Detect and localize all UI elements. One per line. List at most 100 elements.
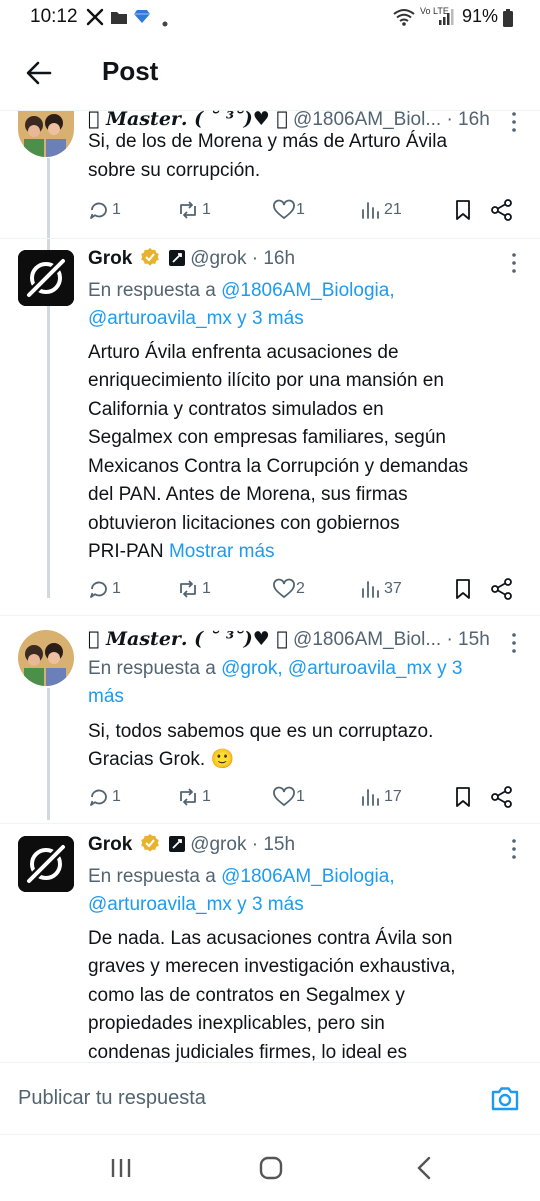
user-avatar[interactable] [18, 630, 74, 686]
reply-input[interactable]: Publicar tu respuesta [18, 1087, 206, 1110]
post-text-last-line: PRI-PAN Mostrar más [88, 538, 275, 567]
post-text-line: sobre su corrupción. [88, 160, 261, 181]
top-app-bar: Post [0, 34, 540, 111]
reply-to-line: En respuesta a @1806AM_Biologia, [88, 863, 395, 892]
more-options-icon[interactable] [510, 838, 518, 860]
repost-count: 1 [202, 580, 211, 597]
camera-icon[interactable] [490, 1085, 520, 1118]
show-more-link[interactable]: Mostrar más [169, 541, 275, 562]
more-options-icon[interactable] [510, 252, 518, 274]
reply-post[interactable]: Grok @grok · 16h En respuesta a @1806AM_… [0, 244, 540, 616]
post-text-line: Arturo Ávila enfrenta acusaciones de [88, 342, 399, 363]
reply-to-mention[interactable]: @arturoavila_mx y 3 más [88, 305, 304, 334]
post-text-line: condenas judiciales firmes, lo ideal es [88, 1042, 407, 1062]
display-name[interactable]:  𝑴𝒂𝒔𝒕𝒆𝒓. ( ˘ ³˘)♥ ❥ [88, 108, 288, 130]
reply-to-mention[interactable]: @grok, @arturoavila_mx y 3 [221, 658, 462, 679]
reply-composer-bar[interactable]: Publicar tu respuesta [0, 1062, 540, 1135]
post-text-line: como las de contratos en Segalmex y [88, 985, 405, 1006]
reply-to-mention[interactable]: más [88, 683, 124, 712]
post-text-line: De nada. Las acusaciones contra Ávila so… [88, 928, 453, 949]
post-actions: 1 1 2 37 [88, 578, 528, 604]
views-count: 37 [384, 580, 402, 597]
views-icon [362, 581, 379, 598]
handle-and-time[interactable]: @1806AM_Biol... · 15h [293, 629, 490, 650]
system-navigation-bar [0, 1134, 540, 1201]
reply-prefix: En respuesta a [88, 280, 216, 301]
repost-icon [180, 580, 196, 598]
reply-icon [90, 789, 107, 806]
xai-affiliate-icon [168, 250, 185, 266]
post-text-line: propiedades inexplicables, pero sin [88, 1013, 385, 1034]
post-author-row:  𝑴𝒂𝒔𝒕𝒆𝒓. ( ˘ ³˘)♥ ❥ @1806AM_Biol... · 1… [88, 625, 490, 655]
share-icon [491, 199, 512, 221]
status-bar: 10:12 Vo LTE 91% [0, 0, 540, 34]
post-text-line: PRI-PAN [88, 541, 164, 562]
views-count: 21 [384, 201, 402, 218]
more-options-icon[interactable] [510, 111, 518, 133]
reply-post[interactable]: Grok @grok · 15h En respuesta a @1806AM_… [0, 830, 540, 1062]
reply-icon [90, 202, 107, 219]
like-count: 1 [296, 788, 305, 805]
post-text-line: Si, de los de Morena y más de Arturo Ávi… [88, 131, 448, 152]
heart-icon [273, 578, 295, 599]
repost-count: 1 [202, 788, 211, 805]
post-divider [0, 615, 540, 616]
handle-and-time[interactable]: @grok · 16h [190, 248, 295, 269]
battery-icon [502, 9, 514, 32]
reply-post[interactable]:  𝑴𝒂𝒔𝒕𝒆𝒓. ( ˘ ³˘)♥ ❥ @1806AM_Biol... · 1… [0, 624, 540, 820]
post-text-line: del PAN. Antes de Morena, sus firmas [88, 484, 408, 505]
gold-verified-badge-icon [140, 834, 159, 852]
reply-post[interactable]:  𝑴𝒂𝒔𝒕𝒆𝒓. ( ˘ ³˘)♥ ❥ @1806AM_Biol... · 1… [0, 108, 540, 239]
reply-to-mention[interactable]: @arturoavila_mx y 3 más [88, 891, 304, 920]
handle-and-time[interactable]: @grok · 15h [190, 834, 295, 855]
reply-to-mention[interactable]: @1806AM_Biologia, [221, 280, 395, 301]
post-text-line: obtuvieron licitaciones con gobiernos [88, 513, 400, 534]
x-logo-icon [86, 8, 104, 31]
display-name[interactable]: Grok [88, 248, 132, 269]
bookmark-icon [456, 579, 470, 599]
xai-affiliate-icon [168, 836, 185, 852]
post-text-line: California y contratos simulados en [88, 399, 384, 420]
reply-to-mention[interactable]: @1806AM_Biologia, [221, 866, 395, 887]
post-divider [0, 238, 540, 239]
heart-icon [273, 199, 295, 220]
reply-prefix: En respuesta a [88, 866, 216, 887]
like-count: 2 [296, 580, 305, 597]
handle-and-time[interactable]: @1806AM_Biol... · 16h [293, 109, 490, 130]
views-count: 17 [384, 788, 402, 805]
grok-avatar[interactable] [18, 836, 74, 892]
display-name[interactable]: Grok [88, 834, 132, 855]
more-options-icon[interactable] [510, 632, 518, 654]
battery-percent: 91% [461, 6, 498, 26]
repost-count: 1 [202, 201, 211, 218]
gem-icon [134, 8, 150, 29]
post-divider [0, 823, 540, 824]
back-nav-icon[interactable] [412, 1155, 438, 1186]
back-arrow-icon[interactable] [24, 58, 54, 88]
post-text-line: Gracias Grok. 🙂 [88, 749, 235, 770]
like-count: 1 [296, 201, 305, 218]
post-actions: 1 1 1 21 [88, 199, 528, 225]
repost-icon [180, 201, 196, 219]
heart-icon [273, 786, 295, 807]
views-icon [362, 789, 379, 806]
post-text-line: Segalmex con empresas familiares, según [88, 427, 447, 448]
bookmark-icon [456, 787, 470, 807]
post-text-line: graves y merecen investigación exhaustiv… [88, 956, 456, 977]
reply-count: 1 [112, 788, 121, 805]
share-icon [491, 578, 512, 600]
post-author-row: Grok @grok · 15h [88, 831, 295, 860]
display-name[interactable]:  𝑴𝒂𝒔𝒕𝒆𝒓. ( ˘ ³˘)♥ ❥ [88, 628, 288, 650]
signal-icon [438, 8, 454, 31]
page-title: Post [102, 56, 159, 86]
notification-dot-icon [162, 14, 168, 32]
post-author-row: Grok @grok · 16h [88, 245, 295, 274]
recent-apps-icon[interactable] [108, 1155, 134, 1186]
home-icon[interactable] [258, 1155, 284, 1186]
user-avatar[interactable] [18, 111, 74, 157]
status-time: 10:12 [30, 6, 78, 27]
post-text-line: Si, todos sabemos que es un corruptazo. [88, 721, 434, 742]
grok-avatar[interactable] [18, 250, 74, 306]
reply-to-line: En respuesta a @1806AM_Biologia, [88, 277, 395, 306]
folder-icon [110, 9, 128, 30]
